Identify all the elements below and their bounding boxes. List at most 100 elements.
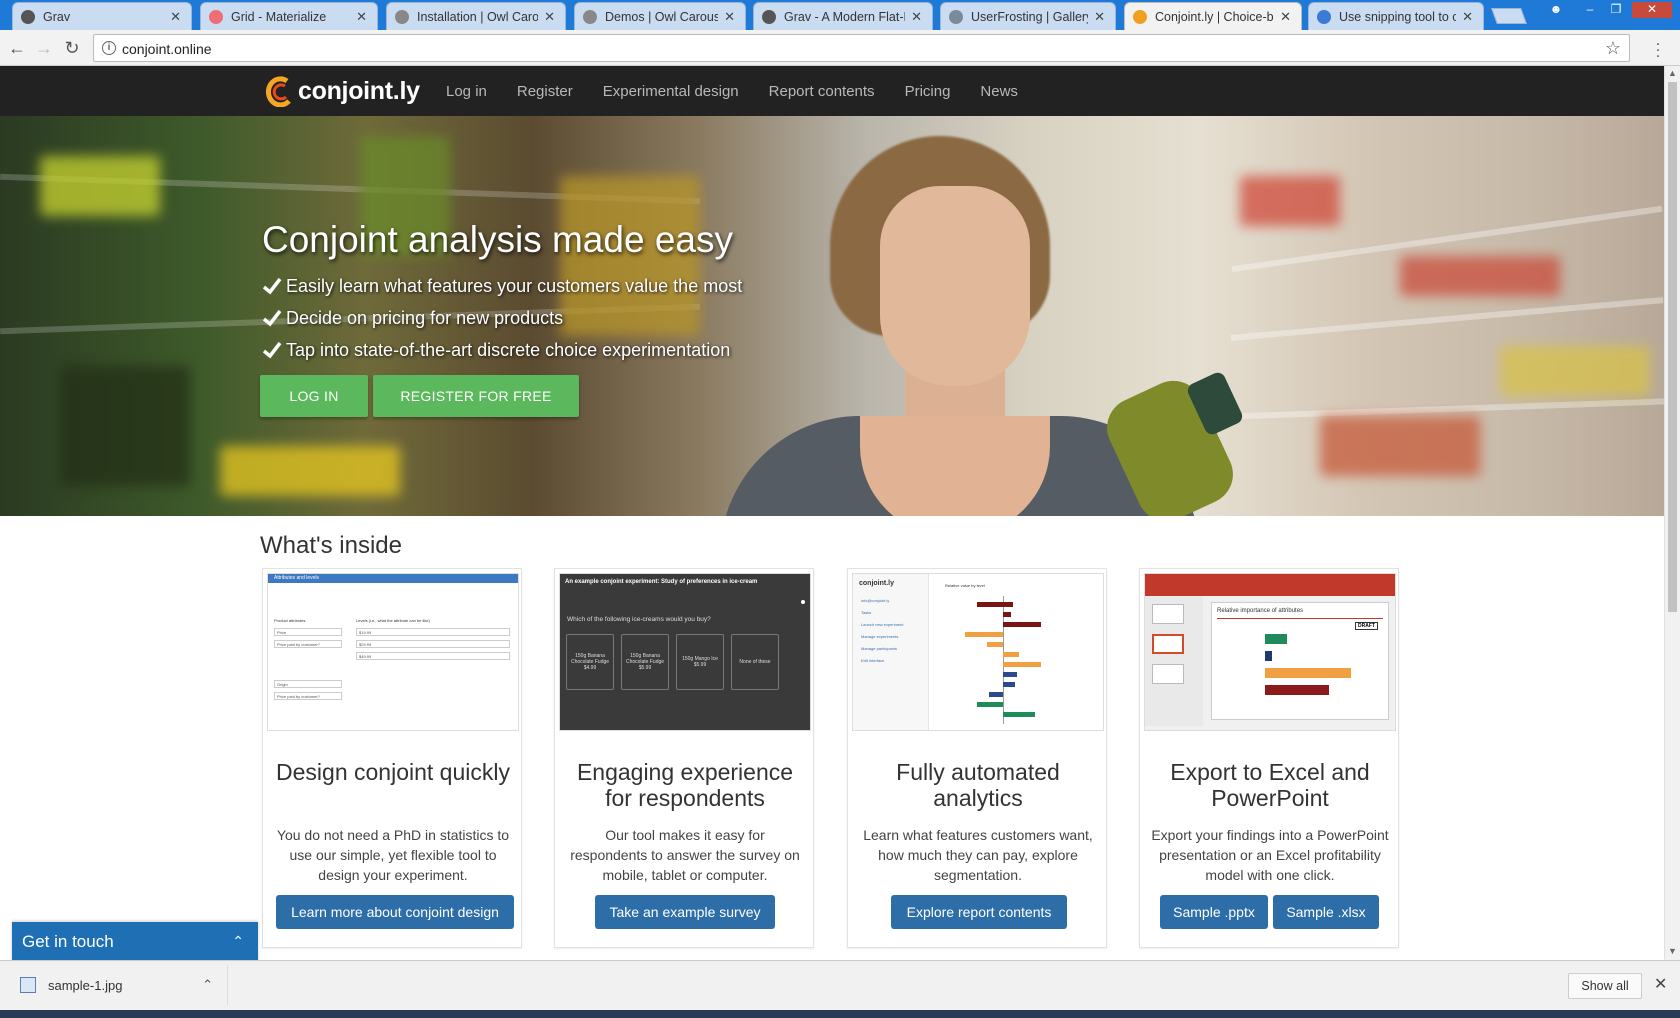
learn-design-button[interactable]: Learn more about conjoint design <box>276 895 514 929</box>
report-bar <box>1003 662 1041 667</box>
browser-tab[interactable]: Conjoint.ly | Choice-ba ✕ <box>1124 2 1302 30</box>
show-all-button[interactable]: Show all <box>1568 973 1642 999</box>
profile-icon[interactable]: ☻ <box>1544 2 1568 18</box>
grav-icon <box>762 9 776 24</box>
hero-login-button[interactable]: LOG IN <box>260 375 368 417</box>
report-bar <box>1003 672 1017 677</box>
report-menu-item: Launch new experiment <box>861 622 904 627</box>
close-icon[interactable]: ✕ <box>1654 974 1667 994</box>
bookmark-star-icon[interactable]: ☆ <box>1605 38 1621 59</box>
nav-link[interactable]: Pricing <box>905 83 951 100</box>
tab-close-icon[interactable]: ✕ <box>356 9 367 25</box>
download-item[interactable]: sample-1.jpg ⌃ <box>10 965 228 1005</box>
sample-pptx-button[interactable]: Sample .pptx <box>1160 895 1268 929</box>
card-title: Fully automated analytics <box>896 759 1060 811</box>
report-bar <box>1003 682 1015 687</box>
survey-screenshot: An example conjoint experiment: Study of… <box>559 573 811 731</box>
hero-bullets: Easily learn what features your customer… <box>262 270 742 366</box>
tab-close-icon[interactable]: ✕ <box>170 9 181 25</box>
feature-card-design: Attributes and levels Product attributes… <box>262 568 522 948</box>
reload-icon[interactable]: ↻ <box>60 36 84 60</box>
card-title: Design conjoint quickly <box>276 759 510 785</box>
report-bar <box>989 692 1003 697</box>
info-icon[interactable]: i <box>102 41 116 55</box>
feature-card-analytics: conjoint.ly info@conjoint.ly Tasks Launch … <box>847 568 1107 948</box>
attribute-row: Price <box>274 628 342 636</box>
site-navbar: conjoint.ly Log in Register Experimental d… <box>0 66 1664 116</box>
browser-tab[interactable]: Use snipping tool to ca ✕ <box>1308 2 1484 30</box>
tab-close-icon[interactable]: ✕ <box>724 9 735 25</box>
scroll-down-icon[interactable]: ▼ <box>1668 946 1677 956</box>
hero-title: Conjoint analysis made easy <box>262 219 733 260</box>
report-bar <box>1003 622 1041 627</box>
new-tab-button[interactable] <box>1491 8 1527 24</box>
report-bar <box>1003 712 1035 717</box>
chevron-up-icon[interactable]: ⌃ <box>202 977 213 993</box>
card-description: Learn what features customers want, how … <box>863 827 1093 883</box>
sample-xlsx-button[interactable]: Sample .xlsx <box>1273 895 1379 929</box>
hero-bullet-text: Easily learn what features your customer… <box>286 276 743 296</box>
tab-close-icon[interactable]: ✕ <box>1462 9 1473 25</box>
tab-close-icon[interactable]: ✕ <box>911 9 922 25</box>
tab-close-icon[interactable]: ✕ <box>1280 9 1291 25</box>
forward-arrow-icon[interactable]: → <box>32 36 56 60</box>
attribute-row: Origin <box>274 680 342 688</box>
browser-tab[interactable]: UserFrosting | Gallery ✕ <box>940 2 1116 30</box>
card-title: Export to Excel and PowerPoint <box>1170 759 1370 811</box>
browser-tab[interactable]: Installation | Owl Carou ✕ <box>386 2 566 30</box>
url-text[interactable]: conjoint.online <box>122 41 212 57</box>
get-in-touch-widget[interactable]: Get in touch ⌃ <box>12 922 258 962</box>
example-survey-button[interactable]: Take an example survey <box>595 895 775 929</box>
card-description: Export your findings into a PowerPoint p… <box>1151 827 1389 883</box>
level-row: $19.99 <box>356 628 510 636</box>
back-arrow-icon[interactable]: ← <box>5 36 29 60</box>
page-icon <box>583 9 597 24</box>
browser-tab[interactable]: Grav - A Modern Flat-F ✕ <box>753 2 933 30</box>
browser-menu-icon[interactable]: ... <box>1654 33 1662 61</box>
address-bar[interactable]: i conjoint.online ☆ <box>93 34 1630 62</box>
browser-tab[interactable]: Grav ✕ <box>12 2 192 30</box>
chevron-up-icon[interactable]: ⌃ <box>232 933 244 950</box>
scroll-up-icon[interactable]: ▲ <box>1668 68 1677 78</box>
feature-card-export: Relative importance of attributes DRAFT … <box>1139 568 1399 948</box>
browser-tab[interactable]: Demos | Owl Carousel | ✕ <box>574 2 746 30</box>
window-close-icon[interactable]: ✕ <box>1632 2 1672 18</box>
report-bar <box>977 602 1013 607</box>
design-screenshot: Attributes and levels Product attributes… <box>267 573 519 731</box>
report-menu-item: Manage participants <box>861 646 898 651</box>
level-row: $49.99 <box>356 652 510 660</box>
image-file-icon <box>20 977 36 993</box>
feature-card-survey: An example conjoint experiment: Study of… <box>554 568 814 948</box>
tab-title: Grav <box>43 9 71 24</box>
scroll-thumb[interactable] <box>1668 82 1677 612</box>
hero-bullet: Decide on pricing for new products <box>262 302 742 334</box>
report-bar <box>1003 652 1019 657</box>
report-bar <box>987 642 1003 647</box>
checkmark-icon <box>262 277 282 295</box>
checkmark-icon <box>262 309 282 327</box>
browser-toolbar: ← → ↻ i conjoint.online ☆ ... <box>0 30 1680 66</box>
nav-link[interactable]: Report contents <box>769 83 875 100</box>
browser-tab[interactable]: Grid - Materialize ✕ <box>200 2 378 30</box>
nav-link[interactable]: Register <box>517 83 573 100</box>
hero-register-button[interactable]: REGISTER FOR FREE <box>373 375 579 417</box>
nav-link[interactable]: Experimental design <box>603 83 739 100</box>
report-menu-item: Manage experiments <box>861 634 899 639</box>
restore-icon[interactable]: ❐ <box>1604 2 1628 18</box>
conjointly-logo-icon <box>266 76 291 107</box>
hero-banner: Conjoint analysis made easy Easily learn… <box>0 116 1664 516</box>
tab-title: Demos | Owl Carousel | <box>605 9 718 24</box>
page-scrollbar[interactable]: ▲ ▼ <box>1664 66 1680 960</box>
os-taskbar <box>0 1010 1680 1018</box>
grav-icon <box>21 9 35 24</box>
minimize-icon[interactable]: – <box>1578 2 1602 18</box>
tab-title: Installation | Owl Carou <box>417 9 539 24</box>
nav-link[interactable]: Log in <box>446 83 487 100</box>
report-contents-button[interactable]: Explore report contents <box>891 895 1067 929</box>
hero-bullet-text: Tap into state-of-the-art discrete choic… <box>286 340 731 360</box>
attribute-row: Price paid by customer? <box>274 692 342 700</box>
nav-link[interactable]: News <box>980 83 1018 100</box>
site-logo[interactable]: conjoint.ly <box>265 75 420 107</box>
tab-close-icon[interactable]: ✕ <box>544 9 555 25</box>
tab-close-icon[interactable]: ✕ <box>1094 9 1105 25</box>
